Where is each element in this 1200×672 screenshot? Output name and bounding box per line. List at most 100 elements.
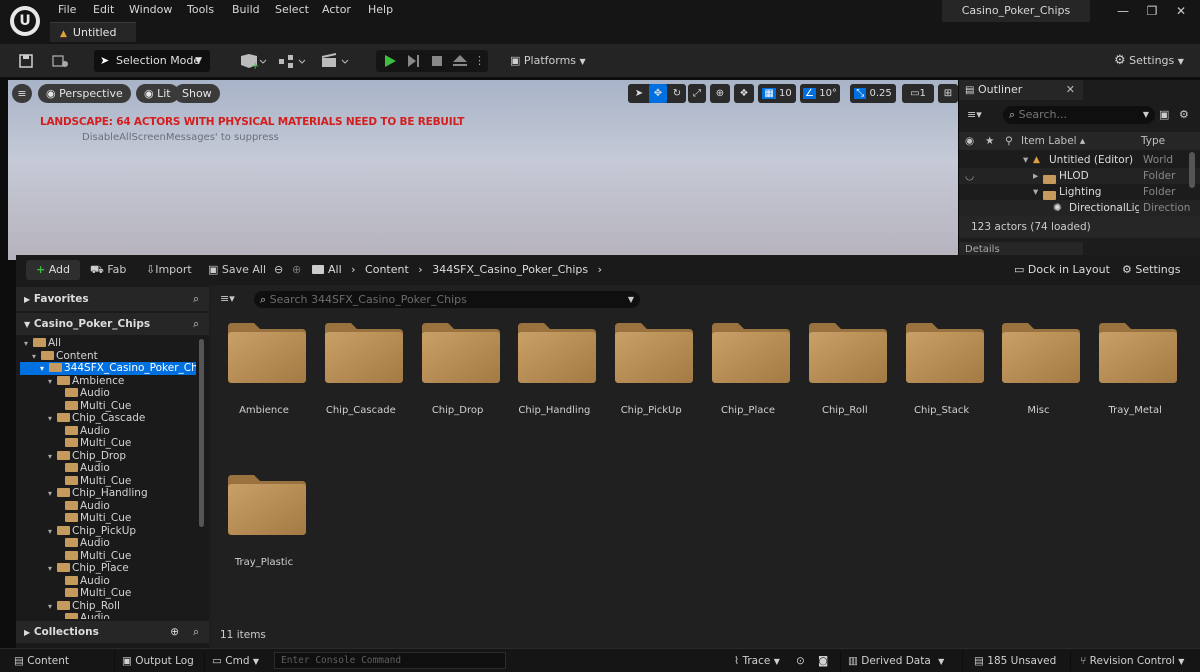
tree-item[interactable]: ▾ Chip_Handling	[20, 487, 196, 500]
record-icon[interactable]: ⊙	[796, 653, 810, 669]
asset-folder-tile[interactable]: Ambience	[224, 323, 306, 453]
search-icon[interactable]: ⌕	[193, 313, 199, 335]
menu-build[interactable]: Build	[232, 2, 260, 18]
menu-edit[interactable]: Edit	[93, 2, 114, 18]
outliner-row[interactable]: ▾ Lighting Folder	[959, 184, 1200, 200]
asset-folder-tile[interactable]: Chip_Cascade	[321, 323, 403, 453]
search-icon[interactable]: ⌕	[193, 621, 199, 643]
tree-item[interactable]: Audio	[20, 575, 196, 588]
tab-untitled[interactable]: ▲ Untitled	[50, 22, 136, 42]
asset-folder-tile[interactable]: Chip_Drop	[418, 323, 500, 453]
add-collection-icon[interactable]: ⊕	[170, 621, 179, 643]
eject-icon[interactable]	[450, 53, 470, 69]
content-drawer-button[interactable]: ▤ Content Drawer	[14, 653, 110, 672]
menu-file[interactable]: File	[58, 2, 76, 18]
col-item-label[interactable]: Item Label ▴	[1021, 132, 1085, 150]
expand-arrow-icon[interactable]: ▾	[1033, 184, 1038, 200]
add-folder-icon[interactable]: ▣	[1159, 106, 1177, 124]
select-cursor-icon[interactable]: ➤	[630, 84, 648, 103]
tree-item[interactable]: ▾ Chip_Cascade	[20, 412, 196, 425]
minimize-icon[interactable]: —	[1112, 2, 1134, 20]
pin-icon[interactable]: ⚲	[1005, 132, 1013, 150]
surface-snap-icon[interactable]: ❖	[734, 84, 754, 103]
breadcrumb-content[interactable]: Content	[365, 263, 409, 276]
outliner-search-input[interactable]: ⌕ Search... ▼	[1003, 106, 1155, 124]
favorites-header[interactable]: ▶ Favorites ⌕	[16, 287, 209, 311]
outliner-row[interactable]: ✺ DirectionalLigl Direction	[959, 200, 1200, 216]
tree-item[interactable]: ▾ Content	[20, 350, 196, 363]
world-space-icon[interactable]: ⊕	[710, 84, 730, 103]
hamburger-menu-icon[interactable]: ≡	[12, 84, 32, 103]
asset-folder-tile[interactable]: Chip_Stack	[902, 323, 984, 453]
asset-folder-tile[interactable]: Misc	[998, 323, 1081, 453]
visibility-icon[interactable]: ◡	[965, 168, 974, 184]
asset-folder-tile[interactable]: Chip_Roll	[805, 323, 887, 453]
output-log-button[interactable]: ▣ Output Log	[122, 653, 198, 669]
menu-window[interactable]: Window	[129, 2, 172, 18]
stop-icon[interactable]	[428, 53, 448, 69]
breadcrumb-folder[interactable]: 344SFX_Casino_Poker_Chips	[432, 263, 588, 276]
tree-item[interactable]: Multi_Cue	[20, 475, 196, 488]
tree-item[interactable]: Multi_Cue	[20, 512, 196, 525]
play-icon[interactable]	[380, 53, 400, 69]
save-icon[interactable]	[14, 50, 38, 72]
tree-item[interactable]: ▾ Chip_Drop	[20, 450, 196, 463]
revision-control-dropdown[interactable]: ⑂ Revision Control ▼	[1080, 653, 1198, 669]
search-icon[interactable]: ⌕	[193, 287, 199, 311]
tree-item[interactable]: ▾ All	[20, 337, 196, 350]
tree-item[interactable]: ▾ 344SFX_Casino_Poker_Chip	[20, 362, 196, 375]
camera-speed-button[interactable]: ▭1	[902, 84, 934, 103]
outliner-scrollbar[interactable]	[1189, 152, 1195, 188]
asset-folder-tile[interactable]: Tray_Plastic	[224, 475, 306, 605]
view-mode-button[interactable]: ◉ Lit	[136, 84, 179, 103]
tree-item[interactable]: Audio	[20, 425, 196, 438]
tree-item[interactable]: Multi_Cue	[20, 550, 196, 563]
perspective-button[interactable]: ◉ Perspective	[38, 84, 131, 103]
show-button[interactable]: Show	[174, 84, 220, 103]
tree-item[interactable]: ▾ Chip_Roll	[20, 600, 196, 613]
gear-icon[interactable]: ⚙	[1179, 106, 1197, 124]
settings-button[interactable]: ⚙ Settings ▼	[1114, 50, 1196, 72]
outliner-row[interactable]: ◡ ▸ HLOD Folder	[959, 168, 1200, 184]
menu-help[interactable]: Help	[368, 2, 393, 18]
tree-item[interactable]: Multi_Cue	[20, 400, 196, 413]
tree-item[interactable]: Audio	[20, 500, 196, 513]
asset-folder-tile[interactable]: Tray_Metal	[1095, 323, 1178, 453]
menu-tools[interactable]: Tools	[187, 2, 214, 18]
cb-settings-button[interactable]: ⚙ Settings	[1122, 260, 1188, 280]
expand-arrow-icon[interactable]: ▾	[1023, 152, 1028, 168]
selection-mode-dropdown[interactable]: ➤ Selection Mode ▼	[94, 50, 210, 72]
advance-frame-icon[interactable]	[404, 53, 424, 69]
tree-item[interactable]: Audio	[20, 462, 196, 475]
maximize-viewport-icon[interactable]: ⊞	[938, 84, 958, 103]
forward-icon[interactable]: ⊕	[292, 260, 306, 280]
asset-folder-tile[interactable]: Chip_Place	[708, 323, 790, 453]
blueprints-button[interactable]	[276, 50, 310, 72]
outliner-row[interactable]: ▾ ▲ Untitled (Editor) World	[959, 152, 1200, 168]
root-header[interactable]: ▼ Casino_Poker_Chips ⌕	[16, 313, 209, 335]
tree-item[interactable]: ▾ Ambience	[20, 375, 196, 388]
tree-scrollbar[interactable]	[199, 339, 204, 527]
trace-dropdown[interactable]: ⌇ Trace ▼	[734, 653, 790, 669]
breadcrumb-all[interactable]: All	[328, 263, 342, 276]
filter-icon[interactable]: ≡▾	[220, 291, 248, 307]
filter-icon[interactable]: ≡▾	[967, 106, 1003, 124]
tree-item[interactable]: Audio	[20, 537, 196, 550]
scale-snap-toggle[interactable]: ⤡ 0.25	[850, 84, 896, 103]
fab-button[interactable]: ⛟ Fab	[90, 260, 136, 280]
unreal-logo-icon[interactable]: U	[10, 6, 40, 36]
collections-header[interactable]: ▶ Collections ⊕ ⌕	[16, 621, 209, 643]
close-icon[interactable]: ✕	[1170, 2, 1192, 20]
expand-arrow-icon[interactable]: ▸	[1033, 168, 1038, 184]
close-icon[interactable]: ✕	[1066, 80, 1075, 100]
star-icon[interactable]: ★	[985, 132, 994, 150]
save-all-button[interactable]: ▣ Save All	[208, 260, 268, 280]
console-command-input[interactable]: Enter Console Command	[274, 652, 506, 669]
platforms-button[interactable]: ▣ Platforms ▼	[510, 50, 590, 72]
back-icon[interactable]: ⊖	[274, 260, 288, 280]
grid-snap-toggle[interactable]: ▦ 10	[758, 84, 796, 103]
tree-item[interactable]: ▾ Chip_PickUp	[20, 525, 196, 538]
import-button[interactable]: ⇩Import	[146, 260, 202, 280]
tree-item[interactable]: ▾ Chip_Place	[20, 562, 196, 575]
eye-icon[interactable]: ◉	[965, 132, 974, 150]
